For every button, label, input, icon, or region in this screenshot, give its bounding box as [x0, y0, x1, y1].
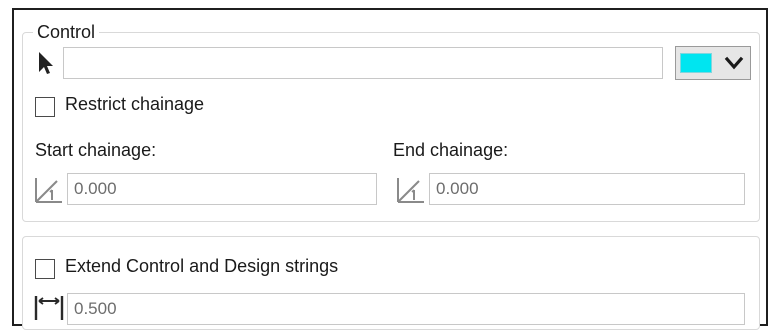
arrow-pointer-icon[interactable] — [35, 50, 55, 76]
color-swatch — [680, 53, 712, 73]
start-chainage-value: 0.000 — [74, 179, 117, 198]
extend-distance-input[interactable]: 0.500 — [67, 293, 745, 325]
chainage-angle-icon[interactable] — [395, 173, 427, 205]
start-chainage-input[interactable]: 0.000 — [67, 173, 377, 205]
extend-strings-checkbox[interactable] — [35, 259, 55, 279]
distance-icon[interactable] — [33, 292, 65, 324]
extend-strings-label: Extend Control and Design strings — [65, 256, 339, 276]
color-dropdown[interactable] — [675, 46, 751, 80]
end-chainage-input[interactable]: 0.000 — [429, 173, 745, 205]
start-chainage-label: Start chainage: — [35, 140, 157, 160]
end-chainage-value: 0.000 — [436, 179, 479, 198]
control-group-title: Control — [33, 21, 100, 43]
extend-group: Extend Control and Design strings 0.500 — [22, 236, 760, 330]
chainage-angle-icon[interactable] — [33, 173, 65, 205]
control-group: Control Restrict chainage Start chainage… — [22, 21, 760, 222]
end-chainage-label: End chainage: — [393, 140, 509, 160]
restrict-chainage-label: Restrict chainage — [65, 94, 205, 114]
extend-distance-value: 0.500 — [74, 299, 117, 318]
panel-frame: Control Restrict chainage Start chainage… — [12, 8, 768, 330]
chevron-down-icon — [724, 56, 744, 70]
control-string-input[interactable] — [63, 47, 663, 79]
restrict-chainage-checkbox[interactable] — [35, 97, 55, 117]
